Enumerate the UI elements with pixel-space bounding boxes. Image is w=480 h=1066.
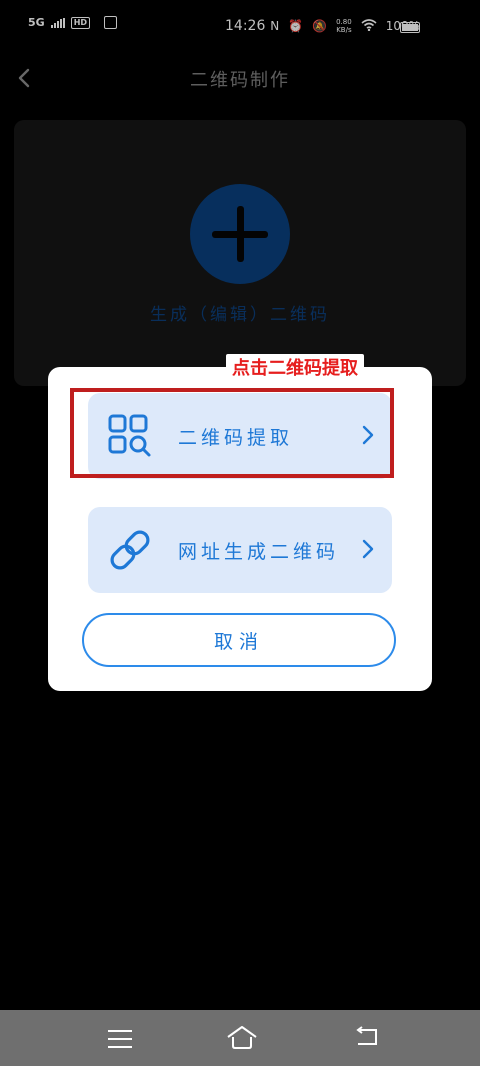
system-nav-bar (0, 1010, 480, 1066)
menu-icon[interactable] (108, 1030, 132, 1054)
home-icon[interactable] (226, 1024, 258, 1050)
chevron-right-icon (362, 539, 374, 559)
link-icon (110, 530, 150, 570)
url-to-qr-label: 网址生成二维码 (178, 541, 340, 563)
url-to-qr-option[interactable]: 网址生成二维码 (88, 507, 392, 593)
back-nav-icon[interactable] (354, 1026, 380, 1048)
annotation-label: 点击二维码提取 (226, 354, 364, 384)
cancel-button[interactable]: 取消 (82, 613, 396, 667)
highlight-box (70, 388, 394, 478)
